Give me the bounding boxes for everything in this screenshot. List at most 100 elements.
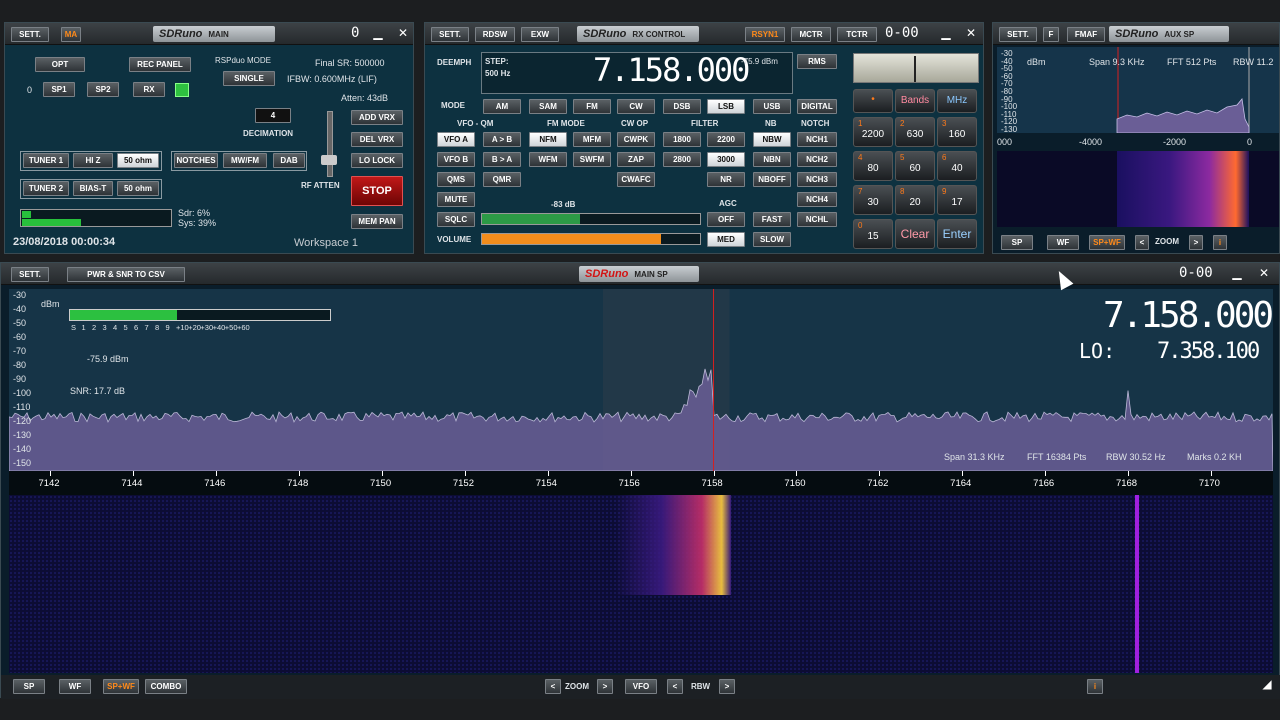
- nch1-button[interactable]: NCH1: [797, 132, 837, 147]
- rf-atten-slider[interactable]: [327, 111, 333, 177]
- dot-key[interactable]: •: [853, 89, 893, 113]
- mode-sam-button[interactable]: SAM: [529, 99, 567, 114]
- main-waterfall[interactable]: [9, 495, 1273, 673]
- lo-lock-button[interactable]: LO LOCK: [351, 153, 403, 168]
- ma-button[interactable]: MA: [61, 27, 81, 42]
- rbw-up-button[interactable]: >: [719, 679, 735, 694]
- rms-button[interactable]: RMS: [797, 54, 837, 69]
- decimation-value[interactable]: 4: [255, 108, 291, 123]
- aux-spwf-button[interactable]: SP+WF: [1089, 235, 1125, 250]
- combo-button[interactable]: COMBO: [145, 679, 187, 694]
- mute-button[interactable]: MUTE: [437, 192, 475, 207]
- key-9[interactable]: 9 17: [937, 185, 977, 215]
- key-3[interactable]: 3 160: [937, 117, 977, 147]
- swfm-button[interactable]: SWFM: [573, 152, 611, 167]
- nchl-button[interactable]: NCHL: [797, 212, 837, 227]
- mem-pan-button[interactable]: MEM PAN: [351, 214, 403, 229]
- rdsw-button[interactable]: RDSW: [475, 27, 515, 42]
- nr-button[interactable]: NR: [707, 172, 745, 187]
- vfo-a-button[interactable]: VFO A: [437, 132, 475, 147]
- mfm-button[interactable]: MFM: [573, 132, 611, 147]
- fmaf-button[interactable]: FMAF: [1067, 27, 1105, 42]
- sp-sett-button[interactable]: SETT.: [11, 267, 49, 282]
- filter-1800-button[interactable]: 1800: [663, 132, 701, 147]
- vfo-button[interactable]: VFO: [625, 679, 657, 694]
- nbn-button[interactable]: NBN: [753, 152, 791, 167]
- wfm-button[interactable]: WFM: [529, 152, 567, 167]
- aux-zoom-out-button[interactable]: <: [1135, 235, 1149, 250]
- rbw-down-button[interactable]: <: [667, 679, 683, 694]
- zap-button[interactable]: ZAP: [617, 152, 655, 167]
- rx-sett-button[interactable]: SETT.: [431, 27, 469, 42]
- volume-slider[interactable]: [481, 233, 701, 245]
- nch4-button[interactable]: NCH4: [797, 192, 837, 207]
- mhz-key[interactable]: MHz: [937, 89, 977, 113]
- enter-key[interactable]: Enter: [937, 219, 977, 249]
- key-6[interactable]: 6 40: [937, 151, 977, 181]
- sp-button[interactable]: SP: [13, 679, 45, 694]
- tuner2-50ohm-button[interactable]: 50 ohm: [117, 181, 159, 196]
- sp-info-button[interactable]: i: [1087, 679, 1103, 694]
- agc-off-button[interactable]: OFF: [707, 212, 745, 227]
- qmr-button[interactable]: QMR: [483, 172, 521, 187]
- sqlc-button[interactable]: SQLC: [437, 212, 475, 227]
- stop-button[interactable]: STOP: [351, 176, 403, 206]
- spwf-button[interactable]: SP+WF: [103, 679, 139, 694]
- mode-fm-button[interactable]: FM: [573, 99, 611, 114]
- sp2-button[interactable]: SP2: [87, 82, 119, 97]
- mode-dsb-button[interactable]: DSB: [663, 99, 701, 114]
- pwr-snr-csv-button[interactable]: PWR & SNR TO CSV: [67, 267, 185, 282]
- minimize-icon[interactable]: ▁: [938, 26, 954, 41]
- key-7[interactable]: 7 30: [853, 185, 893, 215]
- notches-button[interactable]: NOTCHES: [174, 153, 218, 168]
- zoom-out-button[interactable]: <: [545, 679, 561, 694]
- qms-button[interactable]: QMS: [437, 172, 475, 187]
- close-icon[interactable]: ✕: [395, 26, 411, 41]
- close-icon[interactable]: ✕: [963, 26, 979, 41]
- mwfm-button[interactable]: MW/FM: [223, 153, 267, 168]
- aux-info-button[interactable]: i: [1213, 235, 1227, 250]
- mode-usb-button[interactable]: USB: [753, 99, 791, 114]
- mode-am-button[interactable]: AM: [483, 99, 521, 114]
- aux-waterfall[interactable]: [997, 151, 1279, 227]
- aux-sp-button[interactable]: SP: [1001, 235, 1033, 250]
- bias-t-button[interactable]: BIAS-T: [73, 181, 113, 196]
- aux-wf-button[interactable]: WF: [1047, 235, 1079, 250]
- opt-button[interactable]: OPT: [35, 57, 85, 72]
- key-0[interactable]: 0 15: [853, 219, 893, 249]
- minimize-icon[interactable]: ▁: [370, 26, 386, 41]
- key-4[interactable]: 4 80: [853, 151, 893, 181]
- del-vrx-button[interactable]: DEL VRX: [351, 132, 403, 147]
- tctr-button[interactable]: TCTR: [837, 27, 877, 42]
- single-button[interactable]: SINGLE: [223, 71, 275, 86]
- mode-digital-button[interactable]: DIGITAL: [797, 99, 837, 114]
- rec-panel-button[interactable]: REC PANEL: [129, 57, 191, 72]
- mode-cw-button[interactable]: CW: [617, 99, 655, 114]
- resize-grip-icon[interactable]: ◢: [1259, 677, 1275, 692]
- aux-f-button[interactable]: F: [1043, 27, 1059, 42]
- squelch-slider[interactable]: [481, 213, 701, 225]
- agc-slow-button[interactable]: SLOW: [753, 232, 791, 247]
- minimize-icon[interactable]: ▁: [1229, 266, 1245, 281]
- nfm-button[interactable]: NFM: [529, 132, 567, 147]
- rx-frequency[interactable]: 7.158.000: [593, 51, 750, 89]
- nboff-button[interactable]: NBOFF: [753, 172, 791, 187]
- mctr-button[interactable]: MCTR: [791, 27, 831, 42]
- tuner2-button[interactable]: TUNER 2: [23, 181, 69, 196]
- filter-2800-button[interactable]: 2800: [663, 152, 701, 167]
- tuner1-button[interactable]: TUNER 1: [23, 153, 69, 168]
- vfo-b-button[interactable]: VFO B: [437, 152, 475, 167]
- dab-button[interactable]: DAB: [273, 153, 305, 168]
- mode-lsb-button[interactable]: LSB: [707, 99, 745, 114]
- close-icon[interactable]: ✕: [1256, 266, 1272, 281]
- rsyn-button[interactable]: RSYN1: [745, 27, 785, 42]
- bands-key[interactable]: Bands: [895, 89, 935, 113]
- clear-key[interactable]: Clear: [895, 219, 935, 249]
- a-to-b-button[interactable]: A > B: [483, 132, 521, 147]
- zoom-in-button[interactable]: >: [597, 679, 613, 694]
- agc-fast-button[interactable]: FAST: [753, 212, 791, 227]
- b-to-a-button[interactable]: B > A: [483, 152, 521, 167]
- add-vrx-button[interactable]: ADD VRX: [351, 110, 403, 125]
- rf-atten-slider-handle[interactable]: [321, 155, 337, 165]
- filter-3000-button[interactable]: 3000: [707, 152, 745, 167]
